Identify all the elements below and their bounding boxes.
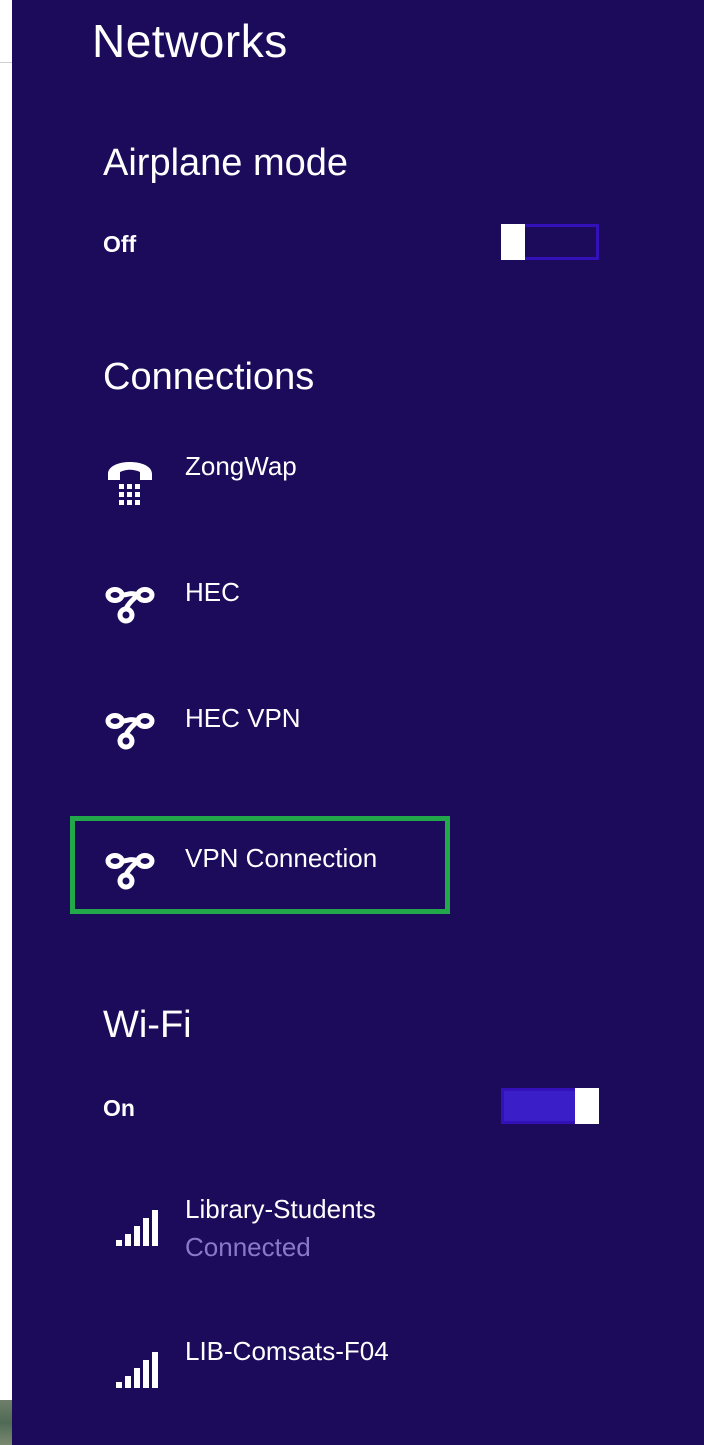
connection-item-hec[interactable]: HEC: [80, 560, 452, 648]
wifi-network-library-students[interactable]: Library-Students Connected: [80, 1194, 500, 1284]
toggle-fill: [504, 1091, 575, 1121]
wifi-heading: Wi-Fi: [103, 1004, 192, 1046]
connection-label: HEC: [185, 577, 240, 607]
wifi-state: On: [103, 1095, 135, 1121]
wifi-network-lib-comsats-f04[interactable]: LIB-Comsats-F04: [80, 1336, 500, 1426]
networks-charm-panel: Networks Airplane mode Off Connections Z…: [12, 0, 704, 1445]
connection-item-vpn-connection[interactable]: VPN Connection: [80, 826, 452, 914]
airplane-mode-heading: Airplane mode: [103, 142, 349, 184]
wifi-network-status: Connected: [185, 1232, 311, 1262]
wifi-signal-icon: [114, 1204, 160, 1250]
airplane-mode-toggle[interactable]: [501, 224, 599, 260]
screen: Networks Airplane mode Off Connections Z…: [0, 0, 704, 1445]
connection-item-hec-vpn[interactable]: HEC VPN: [80, 686, 452, 774]
dialup-phone-icon: [104, 452, 156, 505]
connections-heading: Connections: [103, 356, 315, 398]
wifi-network-name: LIB-Comsats-F04: [185, 1336, 389, 1366]
desktop-wallpaper-fragment: [0, 1400, 12, 1445]
connection-label: ZongWap: [185, 451, 297, 481]
connection-label: VPN Connection: [185, 843, 378, 873]
connection-label: HEC VPN: [185, 703, 301, 733]
panel-title: Networks: [92, 15, 288, 67]
vpn-link-icon: [104, 578, 156, 626]
wifi-signal-icon: [114, 1346, 160, 1392]
toggle-knob: [501, 224, 525, 260]
wifi-toggle[interactable]: [501, 1088, 599, 1124]
toggle-knob: [575, 1088, 599, 1124]
vpn-link-icon: [104, 844, 156, 892]
airplane-mode-state: Off: [103, 231, 137, 257]
wifi-network-name: Library-Students: [185, 1194, 376, 1224]
connection-item-zongwap[interactable]: ZongWap: [80, 434, 452, 522]
divider: [0, 62, 12, 63]
vpn-link-icon: [104, 704, 156, 752]
